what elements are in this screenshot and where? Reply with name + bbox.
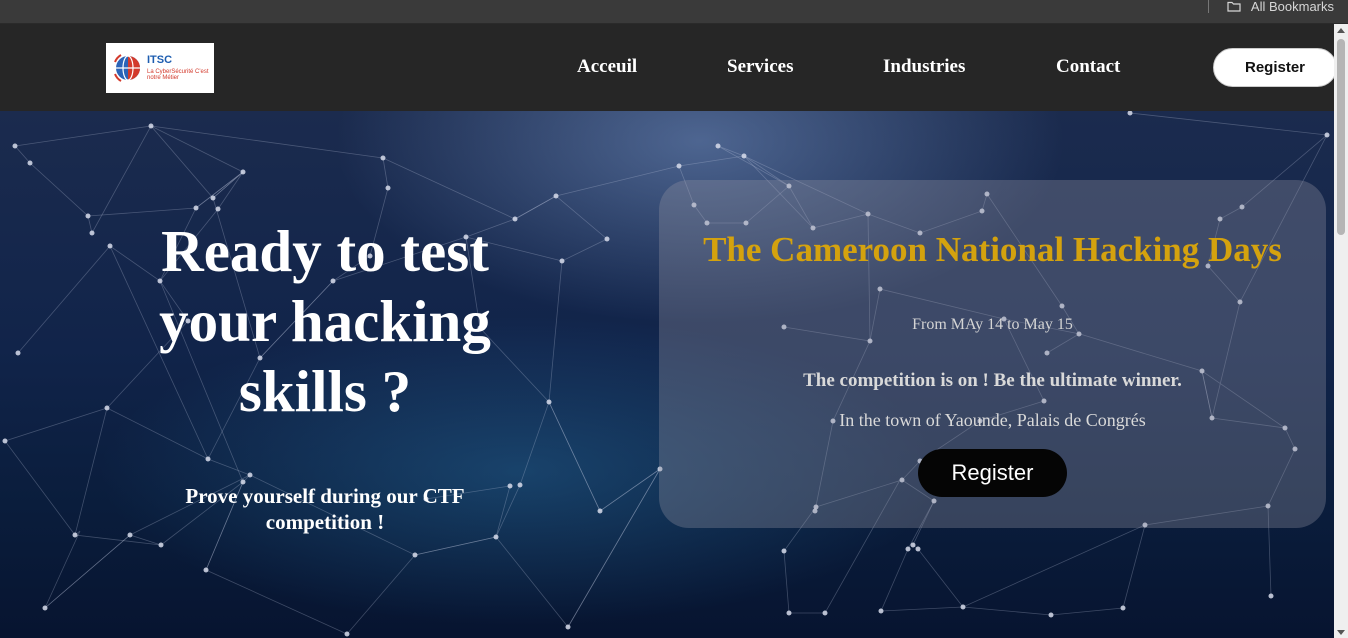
event-register-button[interactable]: Register	[918, 449, 1067, 497]
scroll-down-arrow-icon[interactable]	[1337, 630, 1345, 635]
event-title: The Cameroon National Hacking Days	[703, 230, 1282, 269]
site-navbar: ITSC La CyberSécurité C'est notre Métier…	[0, 24, 1348, 111]
event-tagline: The competition is on ! Be the ultimate …	[803, 370, 1182, 391]
event-dates: From MAy 14 to May 15	[912, 316, 1073, 333]
nav-industries-link[interactable]: Industries	[883, 56, 965, 78]
event-card: The Cameroon National Hacking Days From …	[659, 180, 1326, 528]
logo-text: ITSC La CyberSécurité C'est notre Métier	[147, 54, 209, 82]
header-register-button[interactable]: Register	[1213, 48, 1337, 87]
hero-section: Ready to test your hacking skills ? Prov…	[0, 111, 1334, 638]
bookmarks-separator	[1207, 0, 1209, 13]
scrollbar-thumb[interactable]	[1337, 39, 1345, 235]
nav-services-link[interactable]: Services	[727, 56, 793, 78]
hero-heading: Ready to test your hacking skills ?	[159, 218, 491, 424]
hero-subheading: Prove yourself during our CTF competitio…	[185, 484, 465, 534]
logo-subtitle: La CyberSécurité C'est notre Métier	[147, 69, 209, 81]
globe-logo-icon	[114, 54, 140, 82]
nav-contact-link[interactable]: Contact	[1056, 56, 1120, 78]
event-location: In the town of Yaounde, Palais de Congré…	[839, 410, 1146, 430]
browser-bookmarks-bar: All Bookmarks	[0, 0, 1348, 24]
all-bookmarks[interactable]: All Bookmarks	[1207, 0, 1334, 16]
site-logo[interactable]: ITSC La CyberSécurité C'est notre Métier	[106, 43, 214, 93]
folder-icon	[1227, 1, 1241, 12]
scroll-up-arrow-icon[interactable]	[1337, 28, 1345, 33]
logo-title: ITSC	[147, 54, 173, 66]
all-bookmarks-label: All Bookmarks	[1250, 0, 1334, 14]
nav-acceuil-link[interactable]: Acceuil	[577, 56, 637, 78]
page-scrollbar[interactable]	[1334, 24, 1348, 638]
